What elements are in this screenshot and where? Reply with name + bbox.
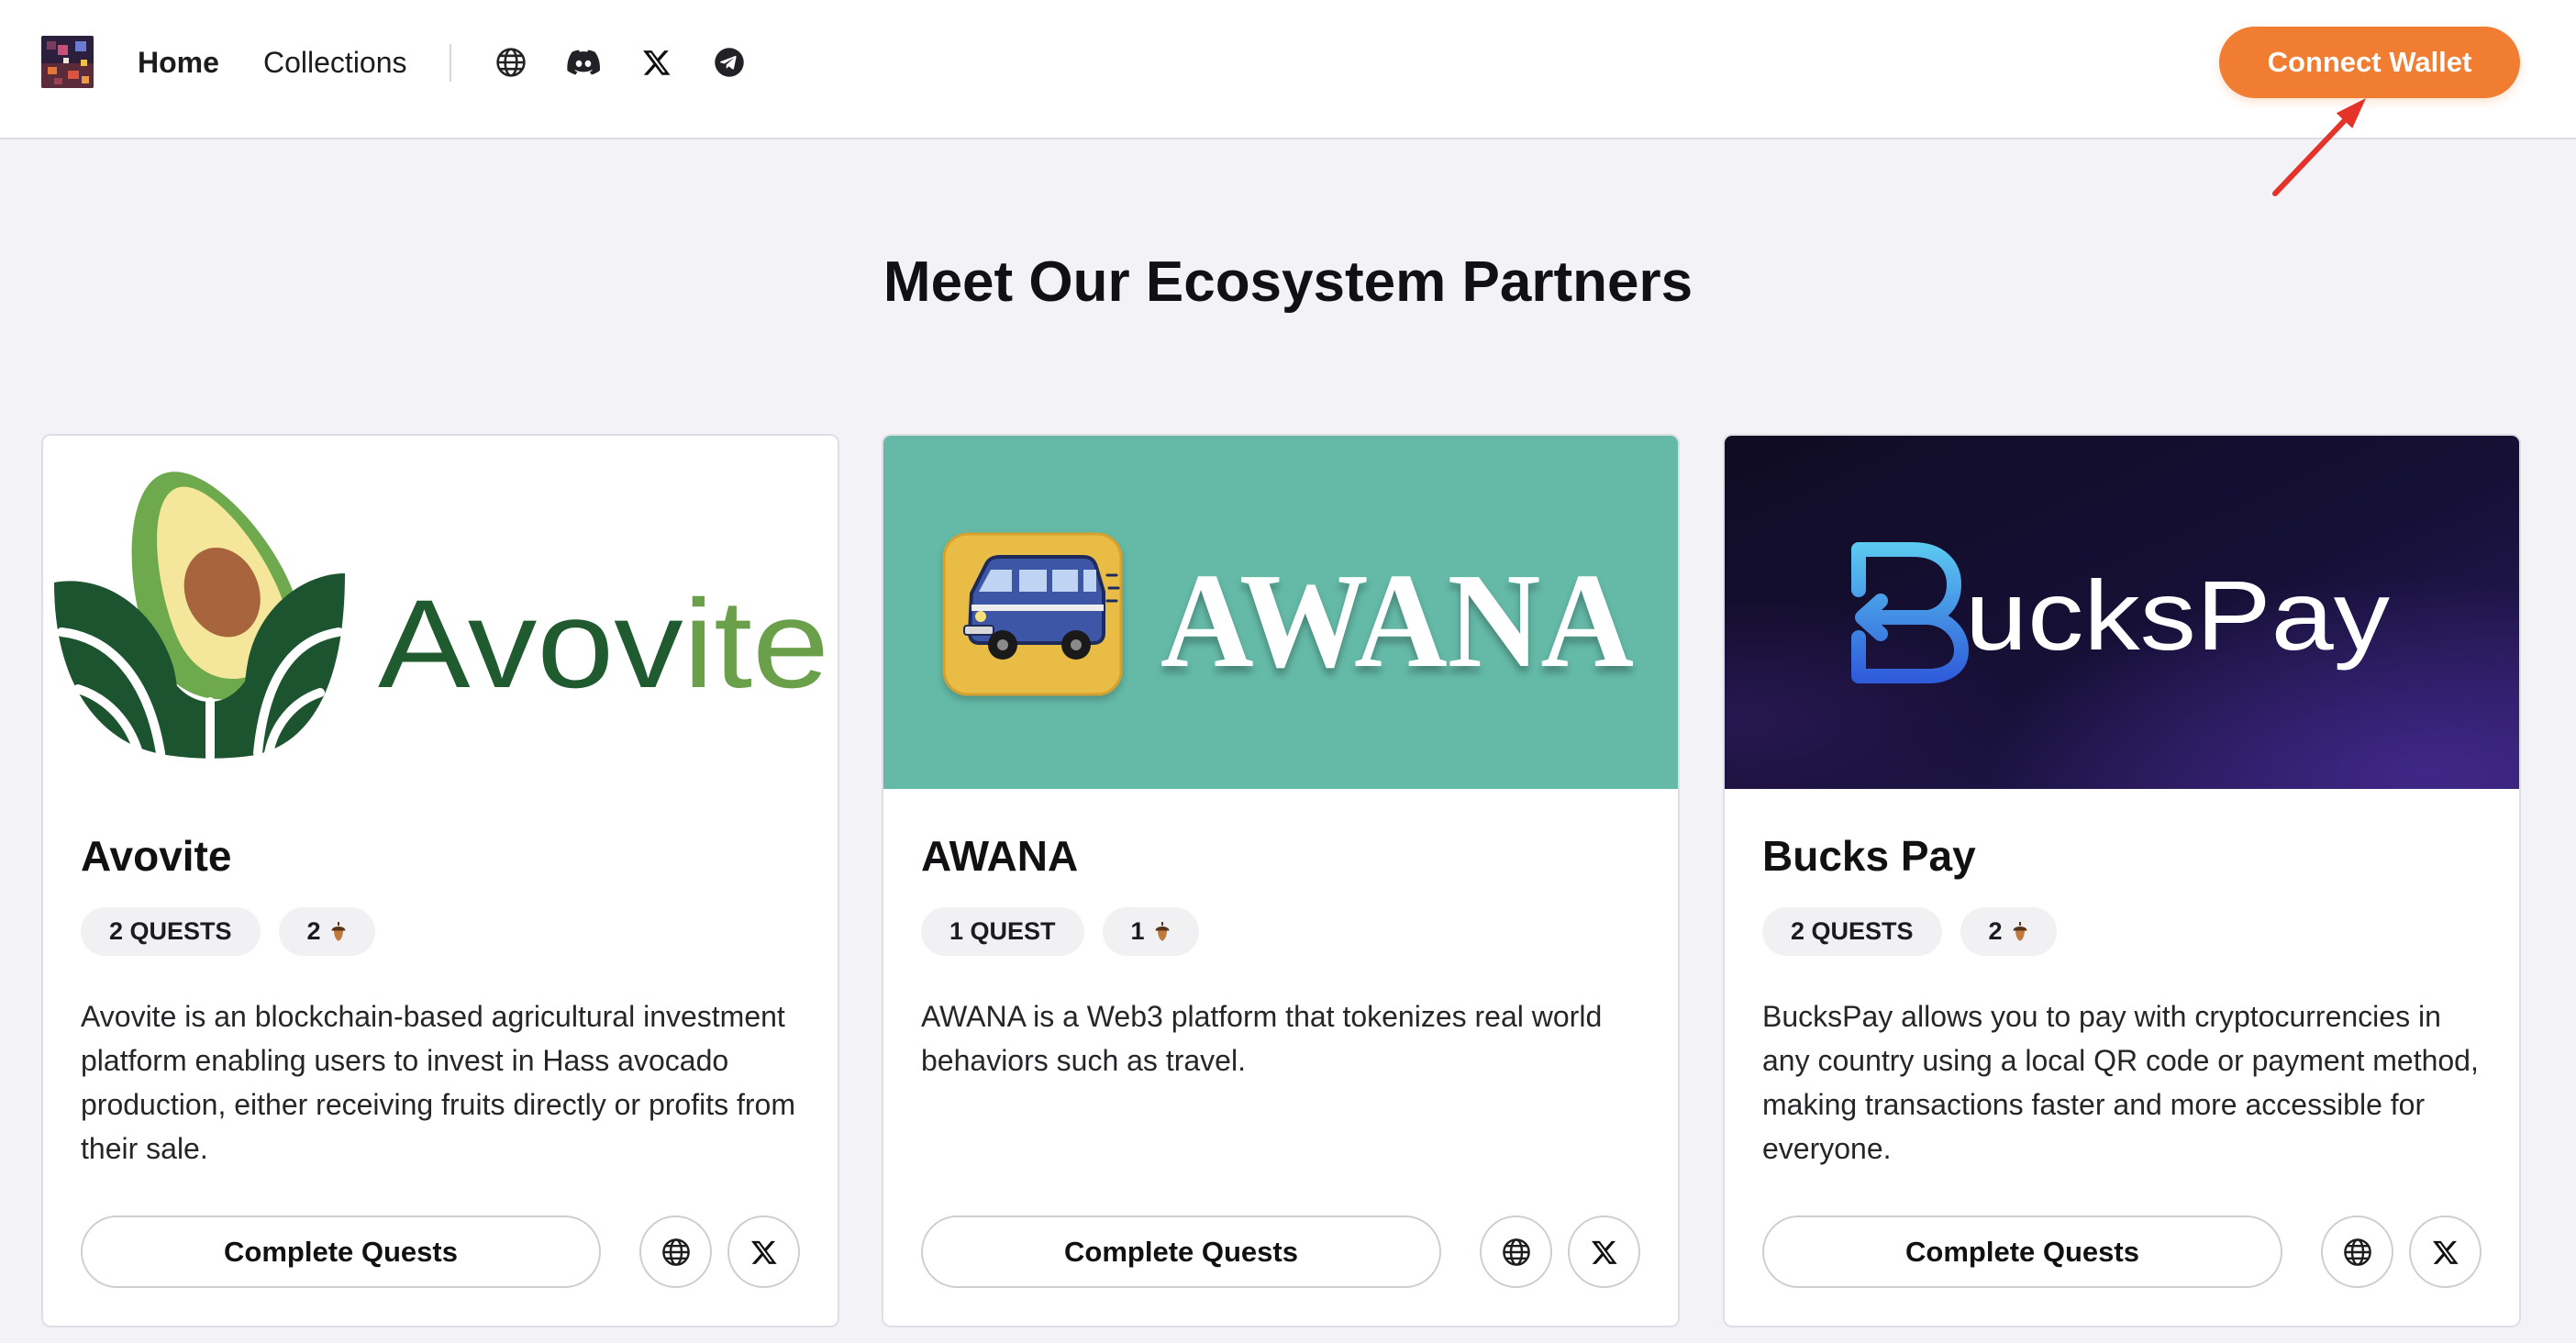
partner-name: Bucks Pay [1762,832,1976,880]
reward-amount: 2 [1988,917,2003,945]
globe-icon [1502,1238,1530,1266]
partner-description: AWANA is a Web3 platform that tokenizes … [921,994,1602,1082]
complete-quests-button[interactable]: Complete Quests [921,1215,1441,1288]
partner-name: AWANA [921,832,1079,880]
quest-count-badge: 1 QUEST [921,907,1084,956]
acorn-icon [1155,922,1170,941]
logo-text: ucksPay [1965,560,2390,671]
partner-actions: Complete Quests [1762,1215,2482,1288]
reward-badge: 2 [278,907,375,956]
brand-logo-image [41,36,94,88]
annotation-arrow [2272,98,2366,196]
description-line: Avovite is an blockchain-based agricultu… [81,1000,785,1033]
partner-badges: 2 QUESTS 2 [1762,907,2057,956]
description-line: making transactions faster and more acce… [1762,1088,2426,1121]
buckspay-logo: ucksPay [1725,436,2519,789]
partner-website-button[interactable] [1480,1215,1552,1288]
top-nav-bar: Home Collections Connect Wallet [0,0,2576,139]
logo-text-light: ite [683,574,829,715]
description-line: everyone. [1762,1132,1892,1165]
partner-x-button[interactable] [1568,1215,1640,1288]
logo-text: AWANA [1160,546,1634,696]
page-title: Meet Our Ecosystem Partners [883,250,1693,314]
description-line: behaviors such as travel. [921,1044,1246,1077]
partner-card-buckspay: ucksPay Bucks Pay 2 QUESTS 2 BucksPay al… [1725,436,2519,1326]
x-icon [643,50,671,75]
discord-icon [567,50,600,75]
partner-banner: Avov ite [43,436,838,789]
description-line: AWANA is a Web3 platform that tokenizes … [921,1000,1603,1033]
van-icon [963,555,1120,660]
partner-banner: AWANA [883,436,1678,789]
partner-banner: ucksPay [1725,436,2519,789]
globe-icon [2343,1238,2371,1266]
acorn-icon [331,922,346,941]
partner-description: Avovite is an blockchain-based agricultu… [81,994,795,1171]
reward-amount: 1 [1130,917,1145,945]
x-icon [750,1240,777,1264]
quest-count-badge: 2 QUESTS [1762,907,1942,956]
description-line: BucksPay allows you to pay with cryptocu… [1762,1000,2441,1033]
nav-divider [450,44,451,82]
logo-text-dark: Avov [378,574,683,715]
partner-description: BucksPay allows you to pay with cryptocu… [1762,994,2479,1171]
partner-card-body: AWANA 1 QUEST 1 AWANA is a Web3 platform… [883,789,1678,1326]
description-line: their sale. [81,1132,208,1165]
partner-badges: 2 QUESTS 2 [81,907,375,956]
partner-card-awana: AWANA AWANA 1 QUEST 1 AWANA is a Web3 pl… [883,436,1678,1326]
telegram-link[interactable] [713,46,746,79]
partner-actions: Complete Quests [81,1215,800,1288]
svg-text:Avovite: Avov ite [378,574,829,715]
description-line: platform enabling users to invest in Has… [81,1044,729,1077]
reward-badge: 1 [1102,907,1199,956]
discord-link[interactable] [567,46,600,79]
partner-card-body: Bucks Pay 2 QUESTS 2 BucksPay allows you… [1725,789,2519,1326]
partner-x-button[interactable] [2409,1215,2482,1288]
partner-name: Avovite [81,832,232,880]
quest-count-badge: 2 QUESTS [81,907,261,956]
globe-icon [496,48,526,77]
reward-badge: 2 [1960,907,2057,956]
partner-badges: 1 QUEST 1 [921,907,1199,956]
website-link[interactable] [494,46,527,79]
complete-quests-button[interactable]: Complete Quests [1762,1215,2282,1288]
nav-collections-link[interactable]: Collections [263,45,407,80]
brand-logo[interactable] [41,36,94,88]
acorn-icon [2013,922,2027,941]
x-link[interactable] [640,46,673,79]
partner-website-button[interactable] [2321,1215,2393,1288]
x-icon [1591,1240,1617,1264]
partner-website-button[interactable] [639,1215,712,1288]
partner-card-body: Avovite 2 QUESTS 2 Avovite is an blockch… [43,789,838,1326]
partner-card-avovite: Avov ite Avovite 2 QUESTS 2 Avovite is an… [43,436,838,1326]
description-line: production, either receiving fruits dire… [81,1088,795,1121]
partner-x-button[interactable] [727,1215,800,1288]
partner-actions: Complete Quests [921,1215,1640,1288]
nav-home-link[interactable]: Home [138,45,219,80]
awana-logo: AWANA [883,436,1678,789]
telegram-icon [715,48,744,77]
description-line: any country using a local QR code or pay… [1762,1044,2479,1077]
reward-amount: 2 [306,917,321,945]
avovite-logo: Avov ite [43,436,838,789]
x-icon [2432,1240,2459,1264]
complete-quests-button[interactable]: Complete Quests [81,1215,601,1288]
globe-icon [661,1238,690,1266]
